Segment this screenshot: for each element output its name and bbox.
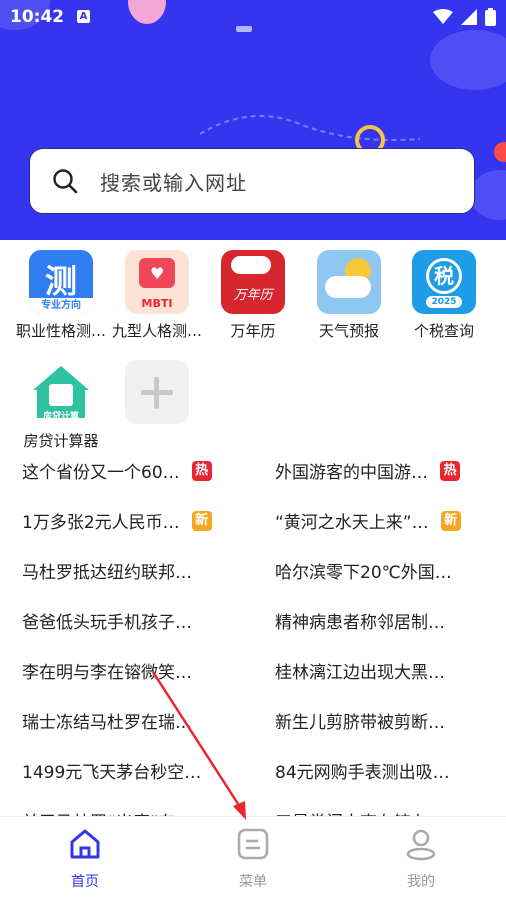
news-item[interactable]: 84元网购手表测出吸… (275, 758, 450, 783)
mortgage-icon: 房贷计算 (29, 360, 93, 424)
weather-icon (317, 250, 381, 314)
icon-text: 税 (426, 258, 462, 294)
news-item[interactable]: 马杜罗抵达纽约联邦… (22, 558, 192, 583)
mbti-icon: ♥ MBTI (125, 250, 189, 314)
news-title: 外国游客的中国游… (275, 463, 428, 483)
news-item[interactable]: “黄河之水天上来”… 新 (275, 508, 461, 533)
news-title: “黄河之水天上来”… (275, 513, 429, 533)
news-row: 这个省份又一个60… 热 外国游客的中国游… 热 (0, 450, 506, 500)
news-title: 1万多张2元人民币… (22, 513, 180, 533)
home-icon (70, 829, 100, 859)
news-item[interactable]: 新生儿剪脐带被剪断… (275, 708, 445, 733)
hot-badge: 热 (440, 460, 460, 481)
app-mortgage-calculator[interactable]: 房贷计算 房贷计算器 (13, 356, 109, 451)
icon-subtext: 2025 (426, 296, 462, 308)
news-title: 1499元飞天茅台秒空… (22, 763, 202, 783)
news-title: 84元网购手表测出吸… (275, 763, 450, 783)
news-title: 新生儿剪脐带被剪断… (275, 713, 445, 733)
heart-icon: ♥ (150, 264, 165, 283)
news-row: 瑞士冻结马杜罗在瑞… 新生儿剪脐带被剪断… (0, 700, 506, 750)
test-icon: 测 专业方向 (29, 250, 93, 314)
app-label: 天气预报 (318, 322, 379, 340)
nav-menu[interactable]: 菜单 (203, 827, 303, 891)
plus-icon (125, 360, 189, 424)
add-app-button[interactable] (109, 356, 205, 424)
icon-text: 房贷计算 (42, 412, 79, 422)
app-tax-query[interactable]: 税 2025 个税查询 (396, 246, 492, 341)
app-label: 职业性格测… (15, 322, 106, 340)
app-label: 九型人格测… (111, 322, 202, 340)
app-weather[interactable]: 天气预报 (301, 246, 397, 341)
signal-icon (461, 9, 477, 25)
icon-text: 测 (44, 262, 77, 300)
news-item[interactable]: 李在明与李在镕微笑… (22, 658, 192, 683)
wave-decoration (199, 115, 421, 141)
notification-icon: A (77, 10, 90, 23)
cloud-decoration (470, 170, 506, 220)
news-row: 1499元飞天茅台秒空… 84元网购手表测出吸… (0, 750, 506, 800)
app-label: 万年历 (230, 322, 276, 340)
ball-decoration (494, 142, 506, 162)
news-title: 哈尔滨零下20℃外国… (275, 563, 452, 583)
search-bar[interactable]: 搜索或输入网址 (29, 148, 475, 214)
news-item[interactable]: 桂林漓江边出现大黑… (275, 658, 445, 683)
news-row: 李在明与李在镕微笑… 桂林漓江边出现大黑… (0, 650, 506, 700)
calendar-icon: 万年历 (221, 250, 285, 314)
news-item[interactable]: 瑞士冻结马杜罗在瑞… (22, 708, 192, 733)
hot-badge: 热 (191, 460, 212, 481)
news-item[interactable]: 1499元飞天茅台秒空… (22, 758, 201, 783)
app-enneagram-test[interactable]: ♥ MBTI 九型人格测… (109, 246, 205, 341)
wifi-icon (433, 9, 453, 24)
icon-text: MBTI (141, 297, 173, 310)
menu-icon (237, 828, 269, 860)
tax-icon: 税 2025 (412, 250, 476, 314)
news-item[interactable]: 1万多张2元人民币… 新 (22, 508, 212, 533)
news-item[interactable]: 外国游客的中国游… 热 (275, 458, 460, 483)
nav-profile[interactable]: 我的 (371, 827, 471, 891)
search-icon (53, 169, 78, 194)
cloud-decoration (430, 30, 506, 90)
status-time: 10:42 (10, 7, 65, 27)
news-title: 瑞士冻结马杜罗在瑞… (22, 713, 192, 733)
app-label: 房贷计算器 (23, 432, 99, 450)
nav-label: 我的 (407, 874, 435, 890)
status-bar: 10:42 A (0, 0, 506, 34)
news-row: 1万多张2元人民币… 新 “黄河之水天上来”… 新 (0, 500, 506, 550)
icon-subtext: 专业方向 (29, 298, 93, 314)
app-calendar[interactable]: 万年历 万年历 (205, 246, 301, 341)
nav-label: 菜单 (239, 874, 267, 890)
status-icons (433, 8, 496, 26)
news-title: 这个省份又一个60… (22, 463, 180, 483)
nav-home[interactable]: 首页 (35, 827, 135, 891)
news-item[interactable]: 精神病患者称邻居制… (275, 608, 445, 633)
news-row: 马杜罗抵达纽约联邦… 哈尔滨零下20℃外国… (0, 550, 506, 600)
header-banner: 10:42 A 搜索或输入网址 (0, 0, 506, 240)
news-title: 桂林漓江边出现大黑… (275, 663, 445, 683)
news-item[interactable]: 爸爸低头玩手机孩子… (22, 608, 192, 633)
cloud-shape (231, 256, 271, 274)
news-title: 马杜罗抵达纽约联邦… (22, 563, 192, 583)
news-item[interactable]: 这个省份又一个60… 热 (22, 458, 212, 483)
app-career-test[interactable]: 测 专业方向 职业性格测… (13, 246, 109, 341)
new-badge: 新 (440, 510, 461, 531)
bottom-nav: 首页 菜单 我的 (0, 816, 506, 900)
news-title: 精神病患者称邻居制… (275, 613, 445, 633)
new-badge: 新 (191, 510, 212, 531)
app-label: 个税查询 (413, 322, 474, 340)
search-placeholder: 搜索或输入网址 (100, 170, 247, 195)
news-title: 爸爸低头玩手机孩子… (22, 613, 192, 633)
battery-icon (485, 8, 496, 26)
news-item[interactable]: 哈尔滨零下20℃外国… (275, 558, 452, 583)
person-icon (406, 829, 436, 861)
icon-text: 万年历 (233, 288, 273, 303)
nav-label: 首页 (71, 874, 99, 890)
news-title: 李在明与李在镕微笑… (22, 663, 192, 683)
cloud-shape (325, 276, 371, 298)
news-row: 爸爸低头玩手机孩子… 精神病患者称邻居制… (0, 600, 506, 650)
